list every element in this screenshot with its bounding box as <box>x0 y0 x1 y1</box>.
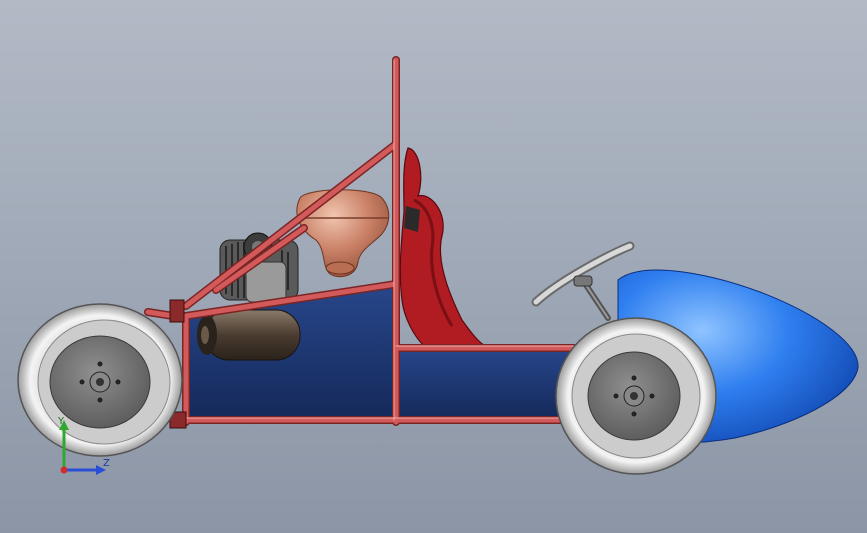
y-axis-label: Y <box>57 416 65 427</box>
rear-wheel[interactable] <box>17 303 183 457</box>
cad-viewport[interactable]: Y Z <box>0 0 867 533</box>
kart-model-view[interactable]: Y Z <box>0 0 867 533</box>
seat[interactable] <box>399 147 487 347</box>
z-axis-label: Z <box>103 458 110 469</box>
steering-assembly[interactable] <box>531 241 635 321</box>
exhaust-muffler[interactable] <box>197 309 301 361</box>
front-wheel[interactable] <box>555 317 717 475</box>
rear-bracket <box>169 299 185 323</box>
triad-origin <box>60 466 68 474</box>
